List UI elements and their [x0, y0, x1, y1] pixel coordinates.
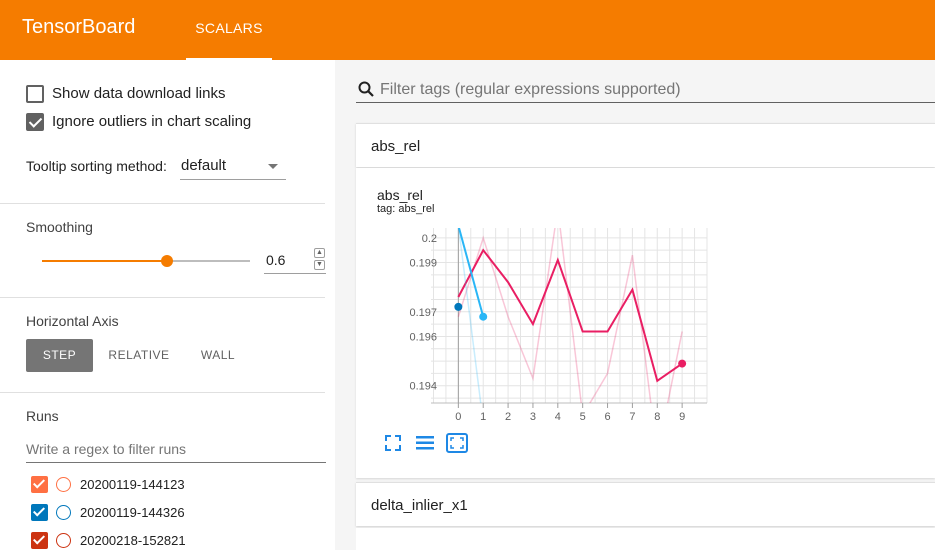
x-tick-label: 4	[555, 411, 561, 423]
x-tick-label: 3	[530, 411, 536, 423]
second-chart-card	[356, 528, 935, 550]
app-title: TensorBoard	[22, 16, 136, 38]
decrement-icon[interactable]: ▼	[314, 260, 325, 270]
y-tick-label: 0.2	[422, 233, 437, 245]
category-delta-inlier-x1[interactable]: delta_inlier_x1	[356, 482, 935, 526]
show-download-links-checkbox[interactable]	[26, 85, 44, 103]
smoothing-slider-fill	[42, 260, 167, 262]
show-download-links-label: Show data download links	[52, 85, 226, 102]
run-color-swatch[interactable]	[56, 477, 71, 492]
increment-icon[interactable]: ▲	[314, 248, 325, 258]
x-tick-label: 0	[455, 411, 461, 423]
scalar-chart-card: abs_rel tag: abs_rel 0 1 2 3 4 5 6 7 8 9 0.194 0.19…	[356, 168, 935, 478]
divider	[0, 392, 325, 393]
top-app-bar: TensorBoard SCALARS	[0, 0, 935, 60]
y-tick-label: 0.194	[409, 381, 437, 393]
tooltip-sorting-label: Tooltip sorting method:	[26, 158, 167, 174]
category-label: delta_inlier_x1	[371, 497, 468, 514]
tooltip-sorting-value: default	[181, 157, 227, 174]
smoothing-slider[interactable]	[42, 255, 250, 267]
axis-relative-button[interactable]: RELATIVE	[100, 339, 178, 372]
run-color-swatch[interactable]	[56, 533, 71, 548]
x-tick-label: 8	[654, 411, 660, 423]
divider	[0, 203, 325, 204]
series-endpoint	[479, 312, 488, 321]
run-label: 20200119-144326	[80, 505, 185, 520]
smoothing-input[interactable]: 0.6 ▲ ▼	[264, 248, 326, 274]
axis-wall-button[interactable]: WALL	[184, 339, 252, 372]
y-tick-label: 0.197	[409, 307, 437, 319]
tab-scalars[interactable]: SCALARS	[186, 0, 272, 60]
run-color-swatch[interactable]	[56, 505, 71, 520]
smoothing-value: 0.6	[266, 252, 286, 268]
series-endpoint	[678, 359, 687, 368]
horizontal-axis-title: Horizontal Axis	[26, 313, 119, 329]
divider	[0, 297, 325, 298]
search-icon	[358, 81, 374, 97]
run-label: 20200119-144123	[80, 477, 185, 492]
axis-step-button[interactable]: STEP	[26, 339, 93, 372]
x-tick-label: 6	[604, 411, 610, 423]
fullscreen-icon[interactable]	[383, 433, 403, 453]
y-tick-label: 0.196	[409, 331, 437, 343]
runs-filter-input[interactable]: Write a regex to filter runs	[26, 438, 326, 463]
tab-scalars-label: SCALARS	[195, 20, 263, 36]
x-tick-label: 5	[580, 411, 586, 423]
tag-filter-placeholder: Filter tags (regular expressions support…	[380, 81, 681, 98]
fit-domain-icon[interactable]	[446, 433, 468, 453]
x-tick-label: 9	[679, 411, 685, 423]
run-checkbox[interactable]	[31, 532, 48, 549]
smoothing-slider-thumb[interactable]	[160, 255, 173, 267]
category-label: abs_rel	[371, 138, 421, 155]
x-tick-label: 2	[505, 411, 511, 423]
ignore-outliers-checkbox[interactable]	[26, 113, 44, 131]
run-label: 20200218-152821	[80, 533, 186, 548]
tooltip-sorting-dropdown[interactable]: default	[180, 154, 286, 180]
toggle-log-scale-icon[interactable]	[415, 433, 435, 453]
smoothing-title: Smoothing	[26, 219, 93, 235]
run-checkbox[interactable]	[31, 476, 48, 493]
run-checkbox[interactable]	[31, 504, 48, 521]
ignore-outliers-label: Ignore outliers in chart scaling	[52, 113, 252, 130]
sidebar: Show data download links Ignore outliers…	[0, 60, 335, 550]
line-chart[interactable]: 0 1 2 3 4 5 6 7 8 9 0.194 0.196 0.197 0.199 0.2	[356, 168, 935, 428]
tag-filter-input[interactable]: Filter tags (regular expressions support…	[356, 78, 935, 103]
x-tick-label: 7	[629, 411, 635, 423]
category-abs-rel[interactable]: abs_rel	[356, 123, 935, 167]
series-endpoint	[454, 302, 463, 311]
runs-title: Runs	[26, 408, 59, 424]
y-tick-label: 0.199	[409, 258, 437, 270]
caret-down-icon	[268, 164, 278, 169]
x-tick-label: 1	[480, 411, 486, 423]
